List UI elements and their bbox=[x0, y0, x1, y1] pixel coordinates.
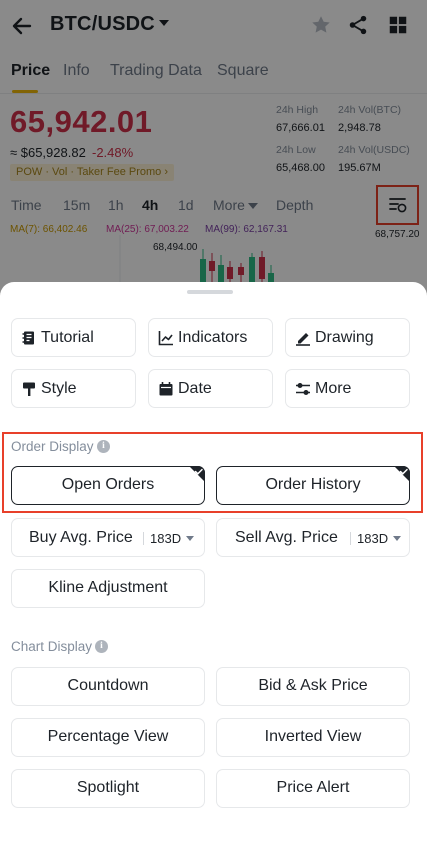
bid-ask-price-toggle[interactable]: Bid & Ask Price bbox=[216, 667, 410, 706]
chart-settings-sheet: Tutorial Indicators Drawing Style Date M… bbox=[0, 282, 427, 868]
drawing-button[interactable]: Drawing bbox=[285, 318, 410, 357]
date-label: Date bbox=[178, 380, 212, 397]
sell-avg-price-label: Sell Avg. Price bbox=[235, 529, 338, 546]
tutorial-button[interactable]: Tutorial bbox=[11, 318, 136, 357]
date-button[interactable]: Date bbox=[148, 369, 273, 408]
info-icon[interactable]: i bbox=[95, 640, 108, 653]
sliders-icon bbox=[296, 383, 310, 395]
book-icon bbox=[22, 331, 34, 345]
tutorial-label: Tutorial bbox=[41, 329, 94, 346]
style-button[interactable]: Style bbox=[11, 369, 136, 408]
order-history-toggle[interactable]: Order History bbox=[216, 466, 410, 505]
sheet-handle[interactable] bbox=[187, 290, 233, 294]
inverted-view-toggle[interactable]: Inverted View bbox=[216, 718, 410, 757]
caret-down-icon[interactable] bbox=[186, 536, 194, 541]
chart-line-icon bbox=[158, 331, 173, 346]
buy-avg-price-toggle[interactable]: Buy Avg. Price 183D bbox=[11, 518, 205, 557]
style-icon bbox=[23, 382, 35, 396]
drawing-label: Drawing bbox=[315, 329, 374, 346]
countdown-toggle[interactable]: Countdown bbox=[11, 667, 205, 706]
divider bbox=[350, 532, 351, 545]
buy-avg-period[interactable]: 183D bbox=[150, 531, 181, 546]
percentage-view-toggle[interactable]: Percentage View bbox=[11, 718, 205, 757]
sell-avg-period[interactable]: 183D bbox=[357, 531, 388, 546]
style-label: Style bbox=[41, 380, 77, 397]
open-orders-toggle[interactable]: Open Orders bbox=[11, 466, 205, 505]
check-icon bbox=[189, 466, 205, 482]
price-alert-toggle[interactable]: Price Alert bbox=[216, 769, 410, 808]
more-label: More bbox=[315, 380, 352, 397]
check-icon bbox=[394, 466, 410, 482]
spotlight-toggle[interactable]: Spotlight bbox=[11, 769, 205, 808]
open-orders-label: Open Orders bbox=[61, 476, 155, 493]
pen-icon bbox=[296, 333, 310, 346]
order-history-label: Order History bbox=[265, 476, 361, 493]
divider bbox=[143, 532, 144, 545]
more-button[interactable]: More bbox=[285, 369, 410, 408]
calendar-icon bbox=[159, 382, 173, 396]
chart-display-title: Chart Display bbox=[11, 639, 93, 654]
kline-adjustment-toggle[interactable]: Kline Adjustment bbox=[11, 569, 205, 608]
indicators-label: Indicators bbox=[178, 329, 248, 346]
caret-down-icon[interactable] bbox=[393, 536, 401, 541]
sell-avg-price-toggle[interactable]: Sell Avg. Price 183D bbox=[216, 518, 410, 557]
indicators-button[interactable]: Indicators bbox=[148, 318, 273, 357]
buy-avg-price-label: Buy Avg. Price bbox=[29, 529, 133, 546]
